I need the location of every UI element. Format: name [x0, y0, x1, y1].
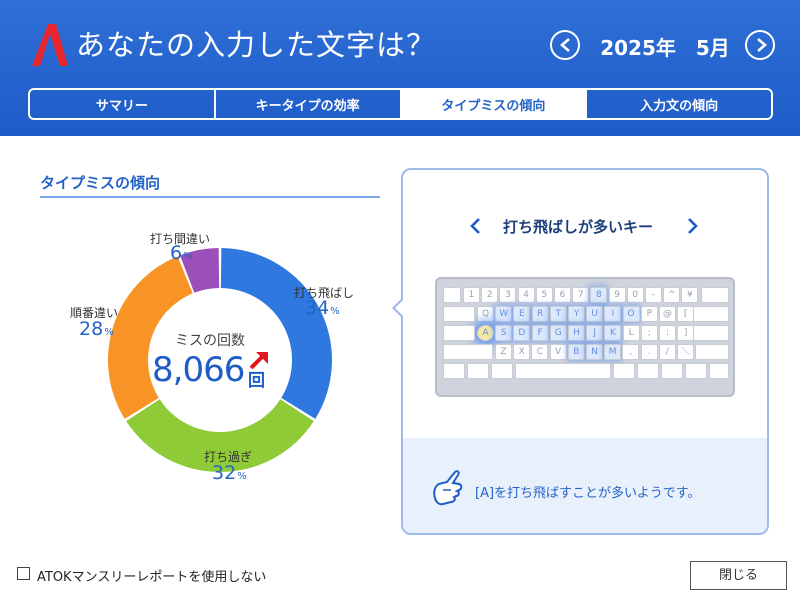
- atok-logo-icon: [32, 24, 68, 66]
- key-Q: Q: [477, 306, 494, 322]
- tab-input-trend[interactable]: 入力文の傾向: [587, 90, 771, 118]
- key-H: H: [568, 325, 585, 341]
- previous-month-button[interactable]: [550, 30, 580, 60]
- key-D: D: [513, 325, 531, 341]
- next-category-button[interactable]: [685, 216, 699, 236]
- keyboard-diagram: 1 2 3 4 5 6 7 8 9 0- ^ ¥ Q W E R T Y U I O P @[ A S D F G H J K L;:] Z X C…: [435, 277, 735, 397]
- key-3: 3: [499, 287, 517, 303]
- next-month-button[interactable]: [745, 30, 775, 60]
- key-W: W: [495, 306, 513, 322]
- key-blank: [443, 306, 475, 322]
- key-blank: [491, 363, 513, 379]
- key-J: J: [586, 325, 604, 341]
- key-U: U: [586, 306, 604, 322]
- key-A: A: [477, 325, 494, 341]
- key-blank: [443, 325, 475, 341]
- tab-key-efficiency[interactable]: キータイプの効率: [216, 90, 402, 118]
- key-9: 9: [608, 287, 626, 303]
- header-bar: あなたの入力した文字は？ 2025年 5月 サマリー キータイプの効率 タイプミ…: [0, 0, 800, 136]
- key-.: .: [640, 344, 658, 360]
- key-K: K: [604, 325, 622, 341]
- key-0: 0: [626, 287, 644, 303]
- key-¥: ¥: [681, 287, 699, 303]
- key-8: 8: [590, 287, 608, 303]
- chevron-left-icon: [560, 38, 570, 52]
- key-N: N: [586, 344, 603, 360]
- key-Y: Y: [568, 306, 585, 322]
- keyboard-panel-title: 打ち飛ばしが多いキー: [503, 218, 654, 236]
- key-I: I: [604, 306, 622, 322]
- key--: -: [645, 287, 662, 303]
- key-blank: [467, 363, 489, 379]
- key-E: E: [513, 306, 531, 322]
- key-blank: [443, 363, 465, 379]
- key-@: @: [659, 306, 676, 322]
- total-caption: ミスの回数: [175, 333, 245, 349]
- key-blank: [709, 363, 729, 379]
- disable-report-checkbox[interactable]: [17, 567, 30, 580]
- pointing-hand-icon: [433, 470, 463, 506]
- key-]: ]: [677, 325, 695, 341]
- key-2: 2: [481, 287, 499, 303]
- key-L: L: [622, 325, 640, 341]
- key-1: 1: [463, 287, 480, 303]
- key-X: X: [513, 344, 531, 360]
- previous-category-button[interactable]: [469, 216, 483, 236]
- key-G: G: [549, 325, 567, 341]
- close-button[interactable]: 閉じる: [690, 561, 787, 590]
- key-F: F: [531, 325, 549, 341]
- key-O: O: [622, 306, 640, 322]
- key-,: ,: [622, 344, 640, 360]
- key-C: C: [531, 344, 549, 360]
- key-B: B: [567, 344, 585, 360]
- key-:: :: [659, 325, 676, 341]
- key-blank: [613, 363, 635, 379]
- key-＼: ＼: [677, 344, 694, 360]
- key-6: 6: [554, 287, 571, 303]
- key-M: M: [604, 344, 622, 360]
- key-blank: [515, 363, 611, 379]
- keyboard-panel: 打ち飛ばしが多いキー 1 2 3 4 5 6 7 8 9 0- ^ ¥ Q W E R T Y U I O P @[ A S D F…: [392, 168, 769, 535]
- total-miss-count: 8,066: [152, 350, 245, 390]
- tab-typo-trend[interactable]: タイプミスの傾向: [401, 90, 588, 118]
- key-blank: [693, 306, 729, 322]
- section-divider: [40, 196, 380, 198]
- key-blank: [661, 363, 683, 379]
- key-4: 4: [517, 287, 535, 303]
- key-blank: [701, 287, 729, 303]
- key-Z: Z: [495, 344, 512, 360]
- key-5: 5: [535, 287, 553, 303]
- disable-report-label: ATOKマンスリーレポートを使用しない: [37, 570, 267, 585]
- hint-message: [A]を打ち飛ばすことが多いようです。: [475, 486, 701, 501]
- key-blank: [443, 344, 493, 360]
- key-blank: [443, 287, 461, 303]
- page-title: あなたの入力した文字は？: [76, 28, 437, 62]
- key-/: /: [658, 344, 676, 360]
- key-blank: [637, 363, 659, 379]
- key-blank: [685, 363, 707, 379]
- key-;: ;: [640, 325, 658, 341]
- slice-pct-order: 28%: [79, 318, 114, 340]
- slice-pct-over: 32%: [212, 462, 247, 484]
- month-label: 2025年 5月: [600, 36, 730, 60]
- section-title: タイプミスの傾向: [40, 174, 161, 192]
- key-S: S: [495, 325, 513, 341]
- chevron-right-icon: [757, 38, 767, 52]
- slice-pct-skip: 34%: [305, 297, 340, 319]
- key-[: [: [677, 306, 695, 322]
- slice-pct-mistype: 6%: [170, 242, 193, 264]
- key-V: V: [549, 344, 567, 360]
- key-blank: [695, 344, 729, 360]
- key-R: R: [531, 306, 549, 322]
- report-tabs: サマリー キータイプの効率 タイプミスの傾向 入力文の傾向: [28, 88, 773, 120]
- key-^: ^: [663, 287, 681, 303]
- total-miss-unit: 回: [248, 371, 265, 391]
- key-7: 7: [572, 287, 590, 303]
- key-P: P: [640, 306, 658, 322]
- tab-summary[interactable]: サマリー: [30, 90, 216, 118]
- key-T: T: [549, 306, 567, 322]
- key-blank: [693, 325, 729, 341]
